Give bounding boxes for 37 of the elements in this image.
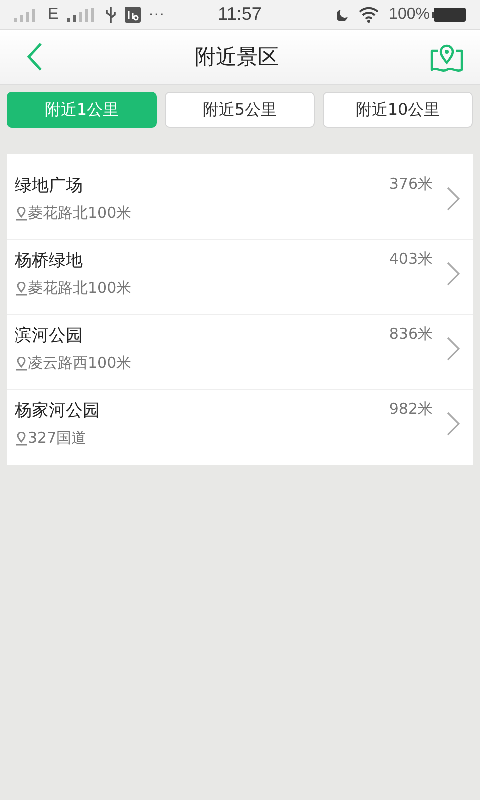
chevron-right-icon [446, 337, 460, 361]
battery-percent: 100% [389, 6, 430, 24]
clock: 11:57 [218, 4, 262, 25]
place-address: 凌云路西100米 [28, 354, 132, 373]
moon-icon [337, 8, 350, 20]
page-title: 附近景区 [195, 44, 279, 71]
place-row[interactable]: 杨桥绿地 403米 菱花路北100米 [7, 240, 473, 315]
location-pin-icon [15, 206, 28, 220]
location-pin-icon [15, 356, 28, 370]
place-row[interactable]: 杨家河公园 982米 327国道 [7, 390, 473, 465]
place-name: 杨家河公园 [15, 400, 101, 423]
place-row[interactable]: 绿地广场 376米 菱花路北100米 [7, 165, 473, 240]
place-name: 滨河公园 [15, 325, 84, 348]
chevron-right-icon [446, 412, 460, 436]
app-icon [124, 6, 141, 22]
location-pin-icon [15, 432, 28, 446]
place-address: 菱花路北100米 [28, 279, 132, 298]
more-indicator: ··· [148, 6, 165, 24]
distance-tab[interactable]: 附近5公里 [165, 92, 315, 128]
place-address: 327国道 [28, 429, 87, 448]
place-address: 菱花路北100米 [28, 204, 132, 223]
place-name: 杨桥绿地 [15, 250, 84, 273]
place-row[interactable]: 滨河公园 836米 凌云路西100米 [7, 315, 473, 390]
place-distance: 836米 [389, 324, 433, 345]
place-distance: 376米 [389, 174, 433, 195]
place-distance: 982米 [389, 399, 433, 420]
wifi-icon [359, 6, 380, 22]
network-type: E [48, 6, 59, 24]
usb-icon [104, 6, 117, 24]
chevron-right-icon [446, 187, 460, 211]
signal-icon [66, 8, 97, 22]
place-name: 绿地广场 [15, 175, 84, 198]
place-distance: 403米 [389, 249, 433, 270]
location-pin-icon [15, 282, 28, 296]
distance-tab[interactable]: 附近10公里 [323, 92, 473, 128]
chevron-right-icon [446, 262, 460, 286]
battery-icon [432, 8, 466, 22]
